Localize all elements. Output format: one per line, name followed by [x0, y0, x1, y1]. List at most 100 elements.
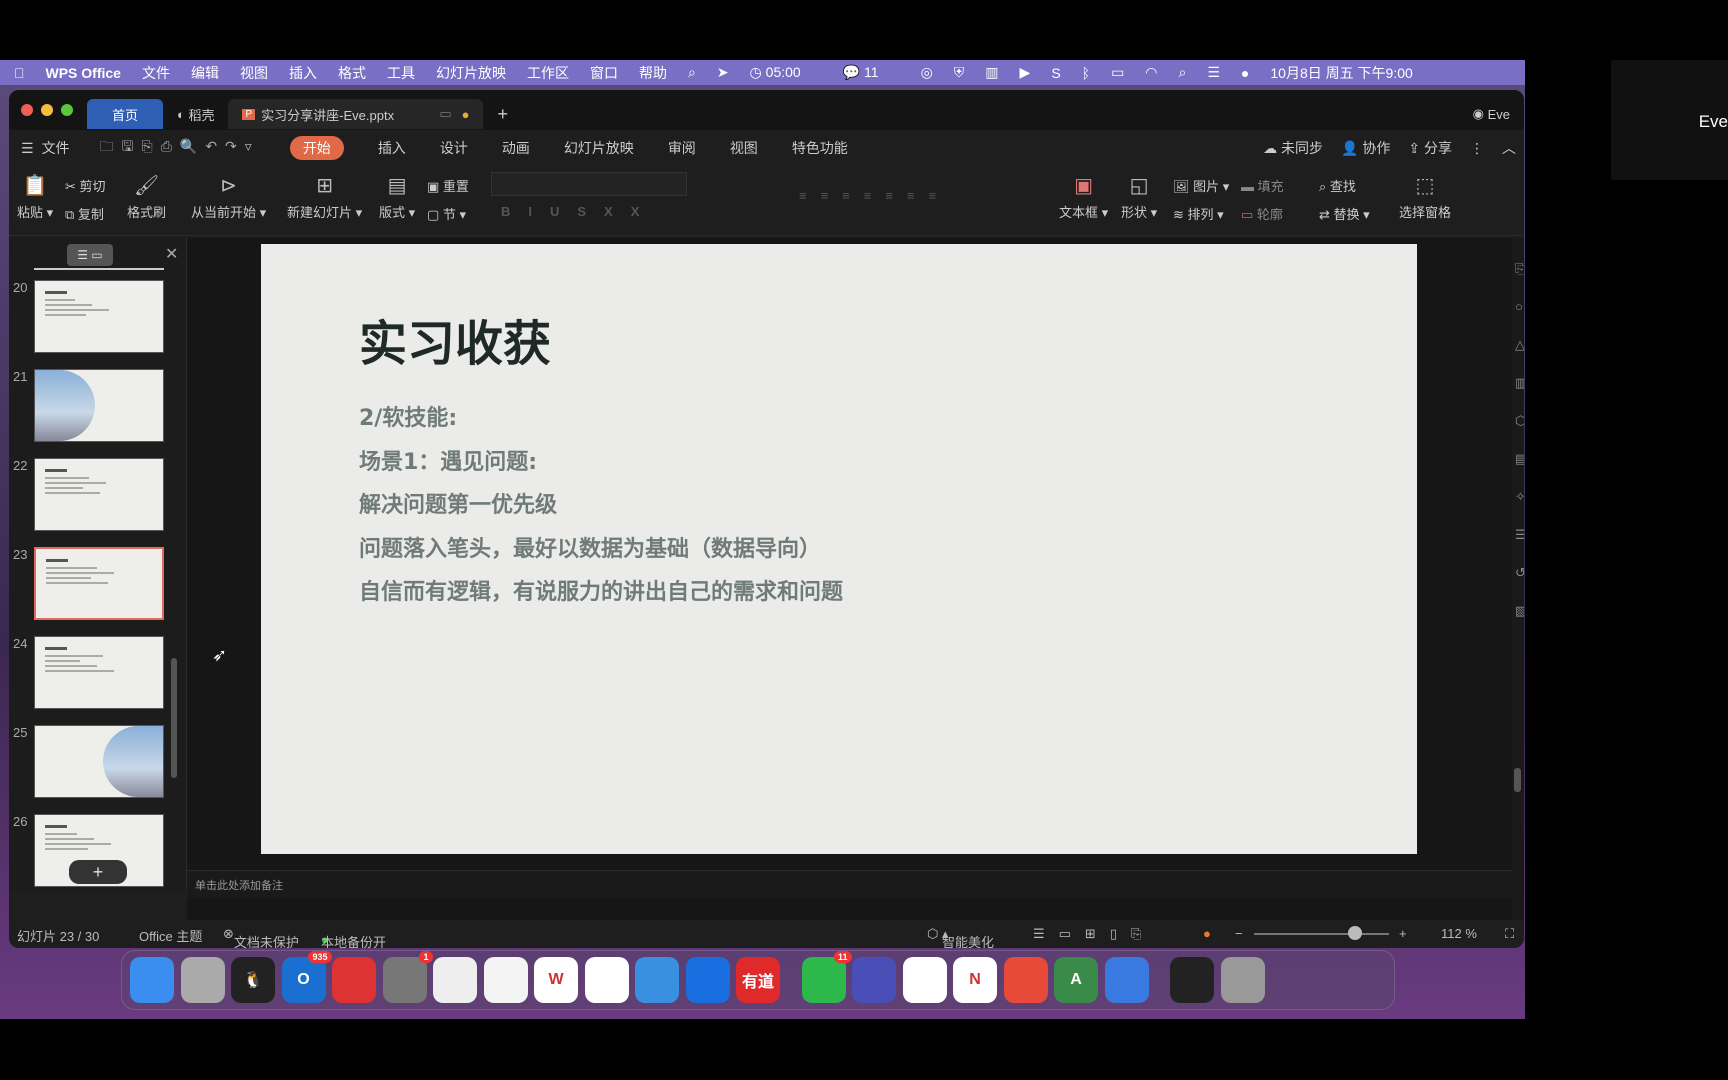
menu-window[interactable]: 窗口 — [590, 63, 618, 83]
dock-youdao-icon[interactable]: 有道 — [736, 957, 780, 1003]
share-button[interactable]: ⇪ 分享 — [1408, 138, 1452, 158]
view-toggle[interactable]: ☰ ▭ — [67, 244, 113, 266]
slide-thumbnail[interactable] — [34, 547, 164, 620]
tab-start[interactable]: 开始 — [289, 136, 344, 160]
textbox-button[interactable]: ▣ 文本框 ▾ — [1059, 174, 1108, 221]
tab-document[interactable]: P 实习分享讲座-Eve.pptx ▭ ● — [228, 99, 484, 129]
play-slideshow-icon[interactable]: ● — [1203, 926, 1211, 941]
apple-icon[interactable]:  — [14, 65, 25, 81]
menu-workspace[interactable]: 工作区 — [527, 63, 569, 83]
zoom-slider[interactable] — [1254, 933, 1389, 935]
play-status-icon[interactable]: ▶ — [1020, 64, 1031, 81]
format-painter-button[interactable]: 🖌 格式刷 — [127, 174, 166, 221]
paragraph-buttons[interactable]: ≡≡≡≡≡≡≡ — [799, 188, 950, 203]
dock-wps-icon[interactable]: W — [534, 957, 578, 1003]
siri-icon[interactable]: ● — [1241, 65, 1249, 81]
quick-access-icons[interactable]: 🗀🖫⎘⎙🔍↶↷▿ — [100, 136, 260, 160]
location-icon[interactable]: ➤ — [717, 64, 729, 81]
slide-text-line[interactable]: 解决问题第一优先级 — [359, 487, 557, 519]
slide-canvas[interactable]: 实习收获 2/软技能: 场景1：遇见问题: 解决问题第一优先级 问题落入笔头，最… — [261, 244, 1417, 854]
slide-title[interactable]: 实习收获 — [359, 304, 551, 374]
picture-button[interactable]: 🖼 图片 ▾ — [1173, 176, 1229, 195]
new-tab-button[interactable]: + — [483, 99, 522, 129]
tab-daoke[interactable]: ◐ 稻壳 — [163, 99, 228, 129]
reset-button[interactable]: ▣ 重置 — [427, 176, 469, 195]
copy-button[interactable]: ⧉ 复制 — [65, 204, 104, 223]
app-menu[interactable]: WPS Office — [46, 65, 121, 81]
screen-icon[interactable]: ▭ — [439, 106, 451, 122]
user-account[interactable]: ◉ Eve — [1459, 99, 1524, 129]
wifi-icon[interactable]: ◠ — [1145, 64, 1157, 81]
zoom-level[interactable]: 112 % — [1441, 926, 1477, 941]
notes-field[interactable]: 单击此处添加备注 — [187, 870, 1512, 898]
menu-format[interactable]: 格式 — [338, 63, 366, 83]
dock-safari-icon[interactable] — [635, 957, 679, 1003]
right-tool-rail[interactable]: ⎘ ○ △ ▥ ⬡ ▤ ✧ ☰ ↺ ▧ — [1515, 250, 1524, 630]
replace-button[interactable]: ⇄ 替换 ▾ — [1319, 204, 1370, 223]
slide-text-line[interactable]: 场景1：遇见问题: — [359, 444, 537, 476]
dock-calendar-todo-icon[interactable] — [1003, 957, 1048, 1003]
sync-button[interactable]: ☁ 未同步 — [1263, 138, 1323, 158]
dock-lark-icon[interactable] — [685, 957, 730, 1003]
dock-launchpad-icon[interactable] — [180, 957, 225, 1003]
slide-thumbnail[interactable] — [34, 636, 164, 709]
collapse-ribbon-icon[interactable]: ︿ — [1502, 138, 1516, 158]
dock-onenote-icon[interactable]: N — [953, 957, 997, 1003]
slide-thumbnail[interactable] — [34, 458, 164, 531]
arrange-button[interactable]: ≋ 排列 ▾ — [1173, 204, 1224, 223]
slide-text-line[interactable]: 2/软技能: — [359, 400, 457, 432]
tab-special[interactable]: 特色功能 — [792, 138, 848, 158]
maximize-window-button[interactable] — [61, 104, 73, 116]
tab-view[interactable]: 视图 — [730, 138, 758, 158]
add-slide-button[interactable]: + — [69, 860, 127, 884]
dock-finder-icon[interactable] — [130, 957, 174, 1003]
dock-arrow-app-icon[interactable] — [1104, 957, 1149, 1003]
menu-slideshow[interactable]: 幻灯片放映 — [436, 63, 506, 83]
control-center-icon[interactable]: ☰ — [1207, 64, 1220, 81]
theme-name[interactable]: Office 主题 — [139, 926, 202, 945]
zoom-out-button[interactable]: − — [1235, 926, 1243, 941]
menu-tools[interactable]: 工具 — [387, 63, 415, 83]
close-panel-icon[interactable]: ✕ — [165, 244, 178, 264]
dock-baidu-netdisk-icon[interactable] — [483, 957, 528, 1003]
timer-icon[interactable]: ◷ 05:00 — [750, 64, 822, 81]
menu-file[interactable]: 文件 — [142, 63, 170, 83]
search-status-icon[interactable]: ⌕ — [688, 64, 696, 81]
new-slide-button[interactable]: ⊞ 新建幻灯片 ▾ — [287, 174, 362, 221]
wechat-status-icon[interactable]: 💬 11 — [843, 64, 900, 81]
slide-thumbnail[interactable] — [34, 369, 164, 442]
dock-window-preview-icon[interactable] — [1170, 957, 1214, 1003]
scroll-thumb[interactable] — [1514, 768, 1521, 792]
creative-cloud-icon[interactable]: ◎ — [921, 64, 933, 81]
tab-slideshow[interactable]: 幻灯片放映 — [564, 138, 634, 158]
collab-button[interactable]: 👤 协作 — [1341, 138, 1390, 158]
beautify-button[interactable]: ⬡ 智能美化 ▴ — [927, 926, 994, 948]
font-name-input[interactable] — [491, 172, 687, 196]
paste-button[interactable]: 📋 粘贴 ▾ — [17, 174, 53, 221]
tab-home[interactable]: 首页 — [87, 99, 163, 129]
play-current-button[interactable]: ⊳ 从当前开始 ▾ — [191, 174, 266, 221]
menu-edit[interactable]: 编辑 — [191, 63, 219, 83]
file-menu[interactable]: 文件 — [42, 138, 70, 158]
fit-window-icon[interactable]: ⛶ — [1505, 926, 1514, 942]
tab-insert[interactable]: 插入 — [378, 138, 406, 158]
minimize-window-button[interactable] — [41, 104, 53, 116]
dock-system-preferences-icon[interactable]: 1 — [382, 951, 433, 1003]
close-window-button[interactable] — [21, 104, 33, 116]
thumbnail-scrollbar[interactable] — [171, 658, 177, 778]
layout-button[interactable]: ▤ 版式 ▾ — [379, 174, 415, 221]
spotlight-icon[interactable]: ⌕ — [1179, 64, 1187, 81]
dock-qq-icon[interactable]: 🐧 — [231, 957, 275, 1003]
dock-screenshot-icon[interactable] — [433, 957, 477, 1003]
tab-animation[interactable]: 动画 — [502, 138, 530, 158]
tab-review[interactable]: 审阅 — [668, 138, 696, 158]
app-status-icon[interactable]: ▥ — [985, 64, 998, 81]
battery-icon[interactable]: ▭ — [1111, 64, 1124, 81]
dock-app-dots-icon[interactable] — [584, 957, 629, 1003]
dock-outlook-icon[interactable]: O 935 — [281, 951, 332, 1003]
dock-wechat-icon[interactable]: 11 — [801, 951, 852, 1003]
dock-send-icon[interactable] — [902, 957, 947, 1003]
fill-button[interactable]: ▬ 填充 — [1241, 176, 1284, 195]
shape-button[interactable]: ◱ 形状 ▾ — [1121, 174, 1157, 221]
shield-icon[interactable]: ⛨ — [954, 64, 965, 81]
